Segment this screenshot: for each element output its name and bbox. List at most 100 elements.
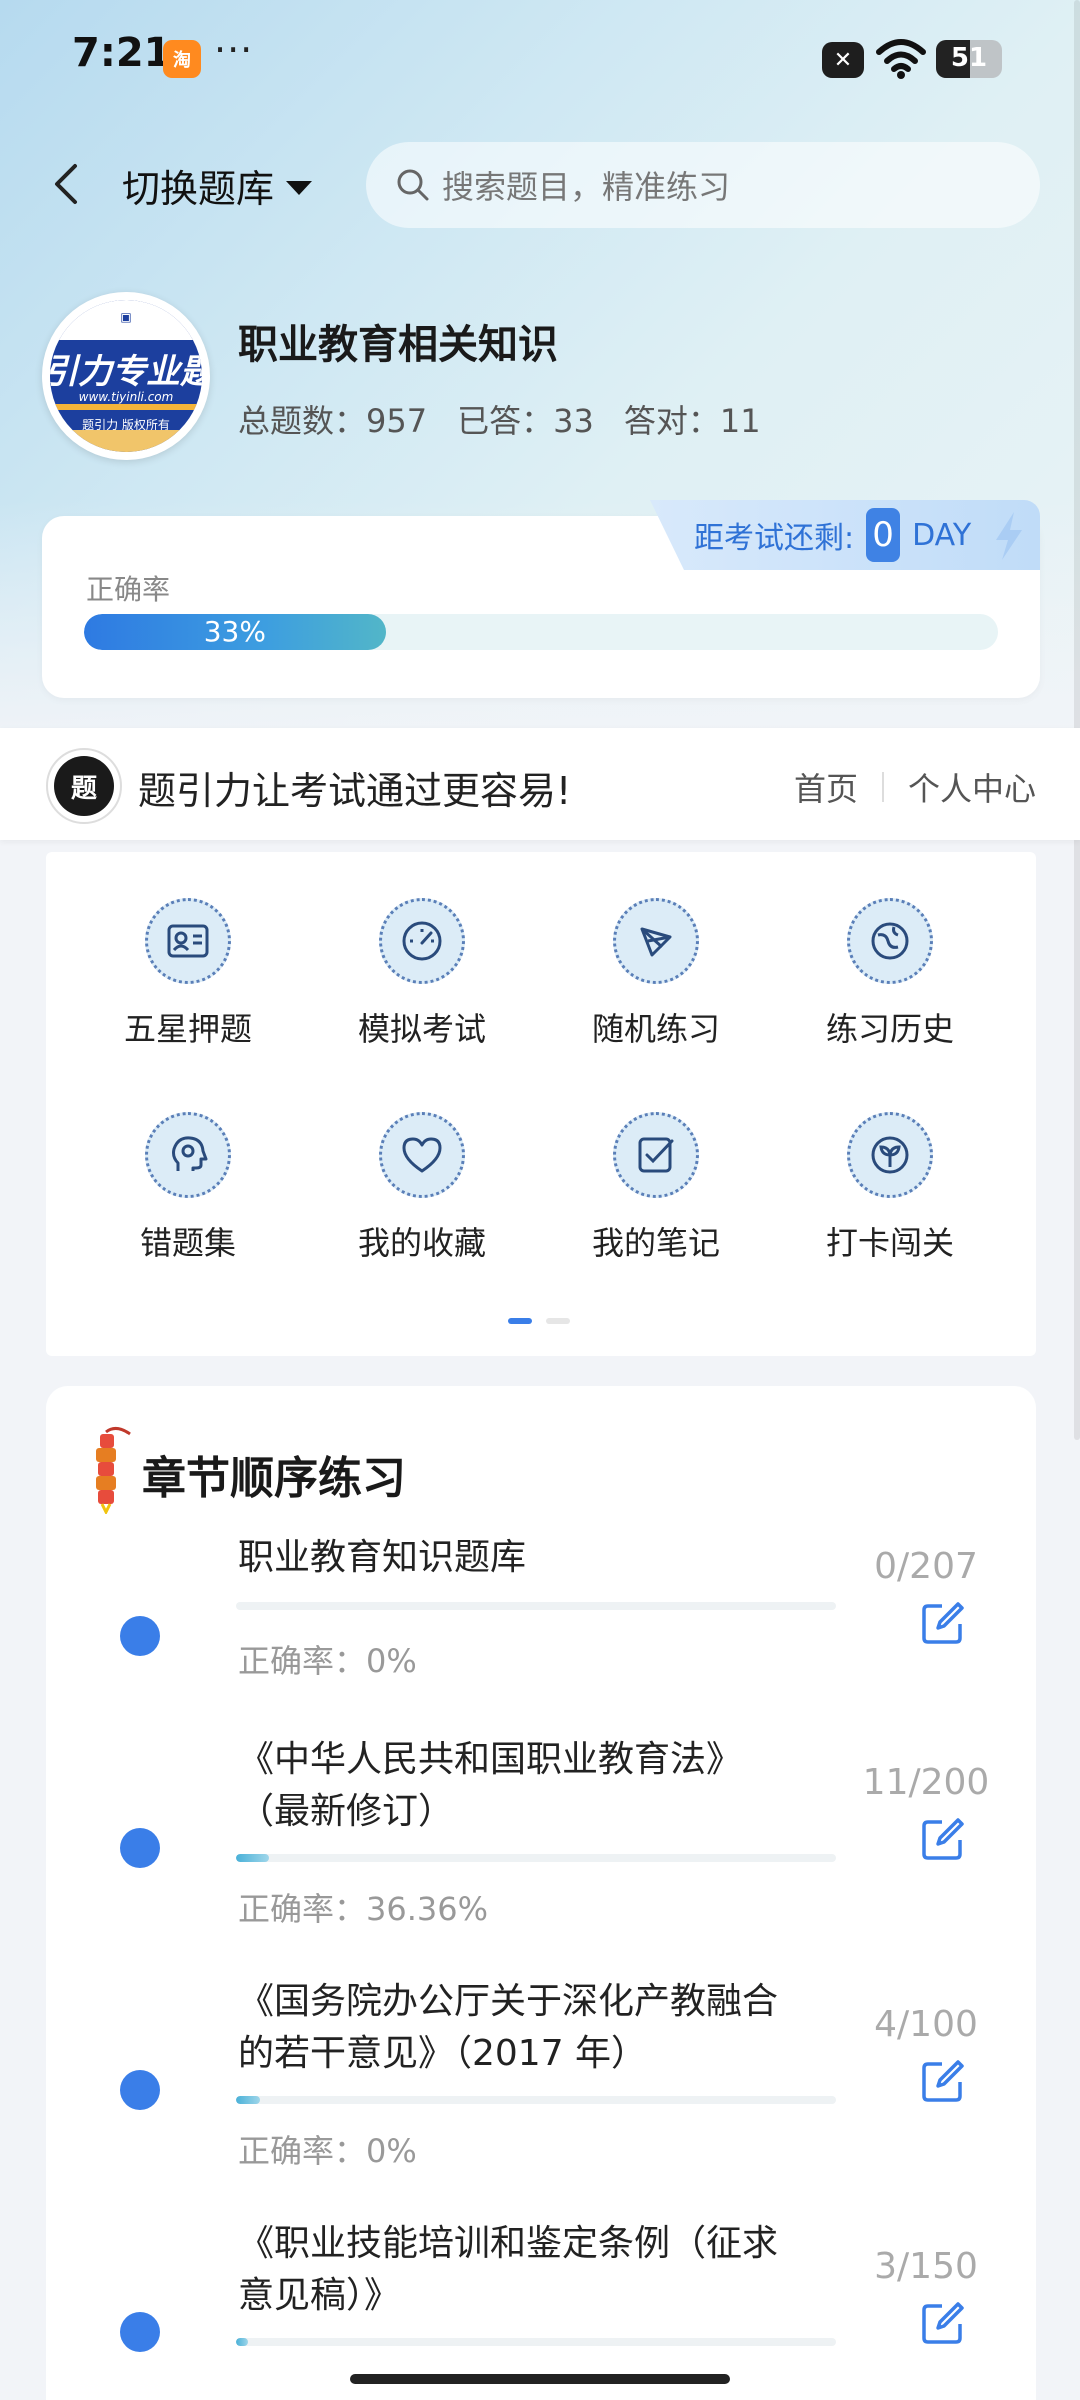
switch-bank-label: 切换题库 <box>122 167 275 211</box>
edit-icon[interactable] <box>920 2058 966 2104</box>
chapter-section-title: 章节顺序练习 <box>142 1453 406 1504</box>
close-notification-icon: ✕ <box>822 42 864 78</box>
grid-label: 我的笔记 <box>591 1224 720 1262</box>
countdown-label: 距考试还剩: <box>694 521 855 556</box>
chapter-dot <box>120 2312 160 2352</box>
chapter-count: 11/200 <box>862 1762 990 1803</box>
grid-label: 练习历史 <box>825 1010 954 1048</box>
grid-item-notes[interactable]: 我的笔记 <box>556 1112 756 1264</box>
chapter-title-line: （最新修订） <box>238 1791 455 1832</box>
grid-label: 模拟考试 <box>357 1010 486 1048</box>
chapter-title-line: 职业教育知识题库 <box>238 1537 527 1578</box>
more-notifications-icon: ··· <box>214 28 254 72</box>
accuracy-progress-fill: 33% <box>84 614 386 650</box>
scrollbar[interactable] <box>1074 0 1080 1440</box>
edit-icon[interactable] <box>920 2300 966 2346</box>
home-indicator[interactable] <box>350 2374 730 2384</box>
chapter-practice-card: 章节顺序练习 职业教育知识题库 正确率：0% 0/207 《中华人民共和国职业教… <box>46 1386 1036 2400</box>
chapter-title-line: 《国务院办公厅关于深化产教融合 <box>238 1981 779 2022</box>
logo-main-text: 引力专业题 <box>50 352 202 392</box>
brand-logo: 题 <box>46 748 122 824</box>
back-button[interactable] <box>40 156 90 212</box>
wifi-icon <box>876 39 926 79</box>
chapter-title: 职业教育知识题库 <box>238 1532 838 1584</box>
chapter-title-line: 《职业技能培训和鉴定条例（征求 <box>238 2223 779 2264</box>
chapter-title-line: 的若干意见》（2017 年） <box>238 2033 648 2074</box>
brand-slogan: 题引力让考试通过更容易! <box>138 769 572 813</box>
total-questions: 总题数：957 <box>238 402 428 440</box>
id-card-icon <box>145 898 231 984</box>
grid-item-practice-history[interactable]: 练习历史 <box>790 898 990 1050</box>
battery-icon: 51 <box>936 40 1002 78</box>
chapter-accuracy: 正确率：0% <box>238 1642 417 1680</box>
chapter-dot <box>120 1828 160 1868</box>
chapter-count: 0/207 <box>874 1546 978 1587</box>
grid-item-mock-exam[interactable]: 模拟考试 <box>322 898 522 1050</box>
chapter-accuracy: 正确率：36.36% <box>238 1890 489 1928</box>
grid-item-wrong-questions[interactable]: 错题集 <box>88 1112 288 1264</box>
logo-top-mark: ▣ <box>50 300 202 340</box>
chevron-left-icon <box>55 164 77 204</box>
status-time: 7:21 <box>72 30 172 76</box>
grid-pager <box>508 1318 570 1324</box>
grid-label: 错题集 <box>139 1224 236 1262</box>
bank-stats: 总题数：957 已答：33 答对：11 <box>238 396 761 442</box>
lightning-icon <box>996 512 1022 560</box>
search-input[interactable]: 搜索题目，精准练习 <box>366 142 1040 228</box>
chapter-dot <box>120 2070 160 2110</box>
chapter-count: 4/100 <box>874 2004 978 2045</box>
feature-grid: 五星押题 模拟考试 随机练习 练习历史 错题集 我的收藏 我的笔记 打卡闯关 <box>46 852 1036 1356</box>
note-check-icon <box>613 1112 699 1198</box>
accuracy-percent: 33% <box>203 615 266 648</box>
logo-url-text: www.tiyinli.com <box>78 390 174 404</box>
edit-icon[interactable] <box>920 1600 966 1646</box>
chapter-progress-bar <box>236 2096 836 2104</box>
switch-bank-dropdown[interactable]: 切换题库 <box>122 158 313 213</box>
accuracy-label: 正确率 <box>86 573 171 606</box>
globe-icon <box>847 898 933 984</box>
speedometer-icon <box>379 898 465 984</box>
nav-profile-link[interactable]: 个人中心 <box>908 764 1036 810</box>
chapter-title-line: 意见稿）》 <box>238 2275 401 2316</box>
chapter-progress-fill <box>236 2096 260 2104</box>
chapter-title-line: 《中华人民共和国职业教育法》 <box>238 1739 743 1780</box>
caret-down-icon <box>286 180 313 195</box>
pager-dot[interactable] <box>546 1318 570 1324</box>
pager-dot-active[interactable] <box>508 1318 532 1324</box>
heart-icon <box>379 1112 465 1198</box>
chapter-accuracy: 正确率：0% <box>238 2132 417 2170</box>
sprout-icon <box>847 1112 933 1198</box>
edit-icon[interactable] <box>920 1816 966 1862</box>
chapter-dot <box>120 1616 160 1656</box>
grid-item-check-in[interactable]: 打卡闯关 <box>790 1112 990 1264</box>
brand-nav: 首页 个人中心 <box>794 764 1036 810</box>
nav-home-link[interactable]: 首页 <box>794 764 858 810</box>
correct-count: 答对：11 <box>623 402 761 440</box>
accuracy-progress-bar: 33% <box>84 614 998 650</box>
grid-item-star-questions[interactable]: 五星押题 <box>88 898 288 1050</box>
chapter-header: 章节顺序练习 <box>86 1427 406 1514</box>
brand-bar: 题 题引力让考试通过更容易! 首页 个人中心 <box>0 728 1080 840</box>
search-icon <box>397 169 429 201</box>
firecracker-icon <box>96 1427 131 1514</box>
shopping-app-icon: 淘 <box>163 40 201 78</box>
chapter-count: 3/150 <box>874 2246 978 2287</box>
brand-mark-icon: 题 <box>54 756 114 816</box>
chapter-progress-fill <box>236 2338 248 2346</box>
grid-item-random-practice[interactable]: 随机练习 <box>556 898 756 1050</box>
status-bar: 7:21 淘 ··· ✕ 51 <box>0 0 1080 120</box>
answered-count: 已答：33 <box>457 402 594 440</box>
grid-item-favorites[interactable]: 我的收藏 <box>322 1112 522 1264</box>
countdown-days: 0 <box>866 508 901 562</box>
head-icon <box>145 1112 231 1198</box>
exam-countdown[interactable]: 距考试还剩: 0 DAY <box>650 500 1040 570</box>
chapter-progress-fill <box>236 1854 269 1862</box>
shuffle-nodes-icon <box>613 898 699 984</box>
bank-title: 职业教育相关知识 <box>238 322 558 368</box>
chapter-progress-bar <box>236 2338 836 2346</box>
chapter-progress-bar <box>236 1602 836 1610</box>
chapter-title: 《职业技能培训和鉴定条例（征求 意见稿）》 <box>238 2218 838 2322</box>
chapter-progress-bar <box>236 1854 836 1862</box>
nav-divider <box>881 772 884 802</box>
grid-label: 五星押题 <box>123 1010 252 1048</box>
